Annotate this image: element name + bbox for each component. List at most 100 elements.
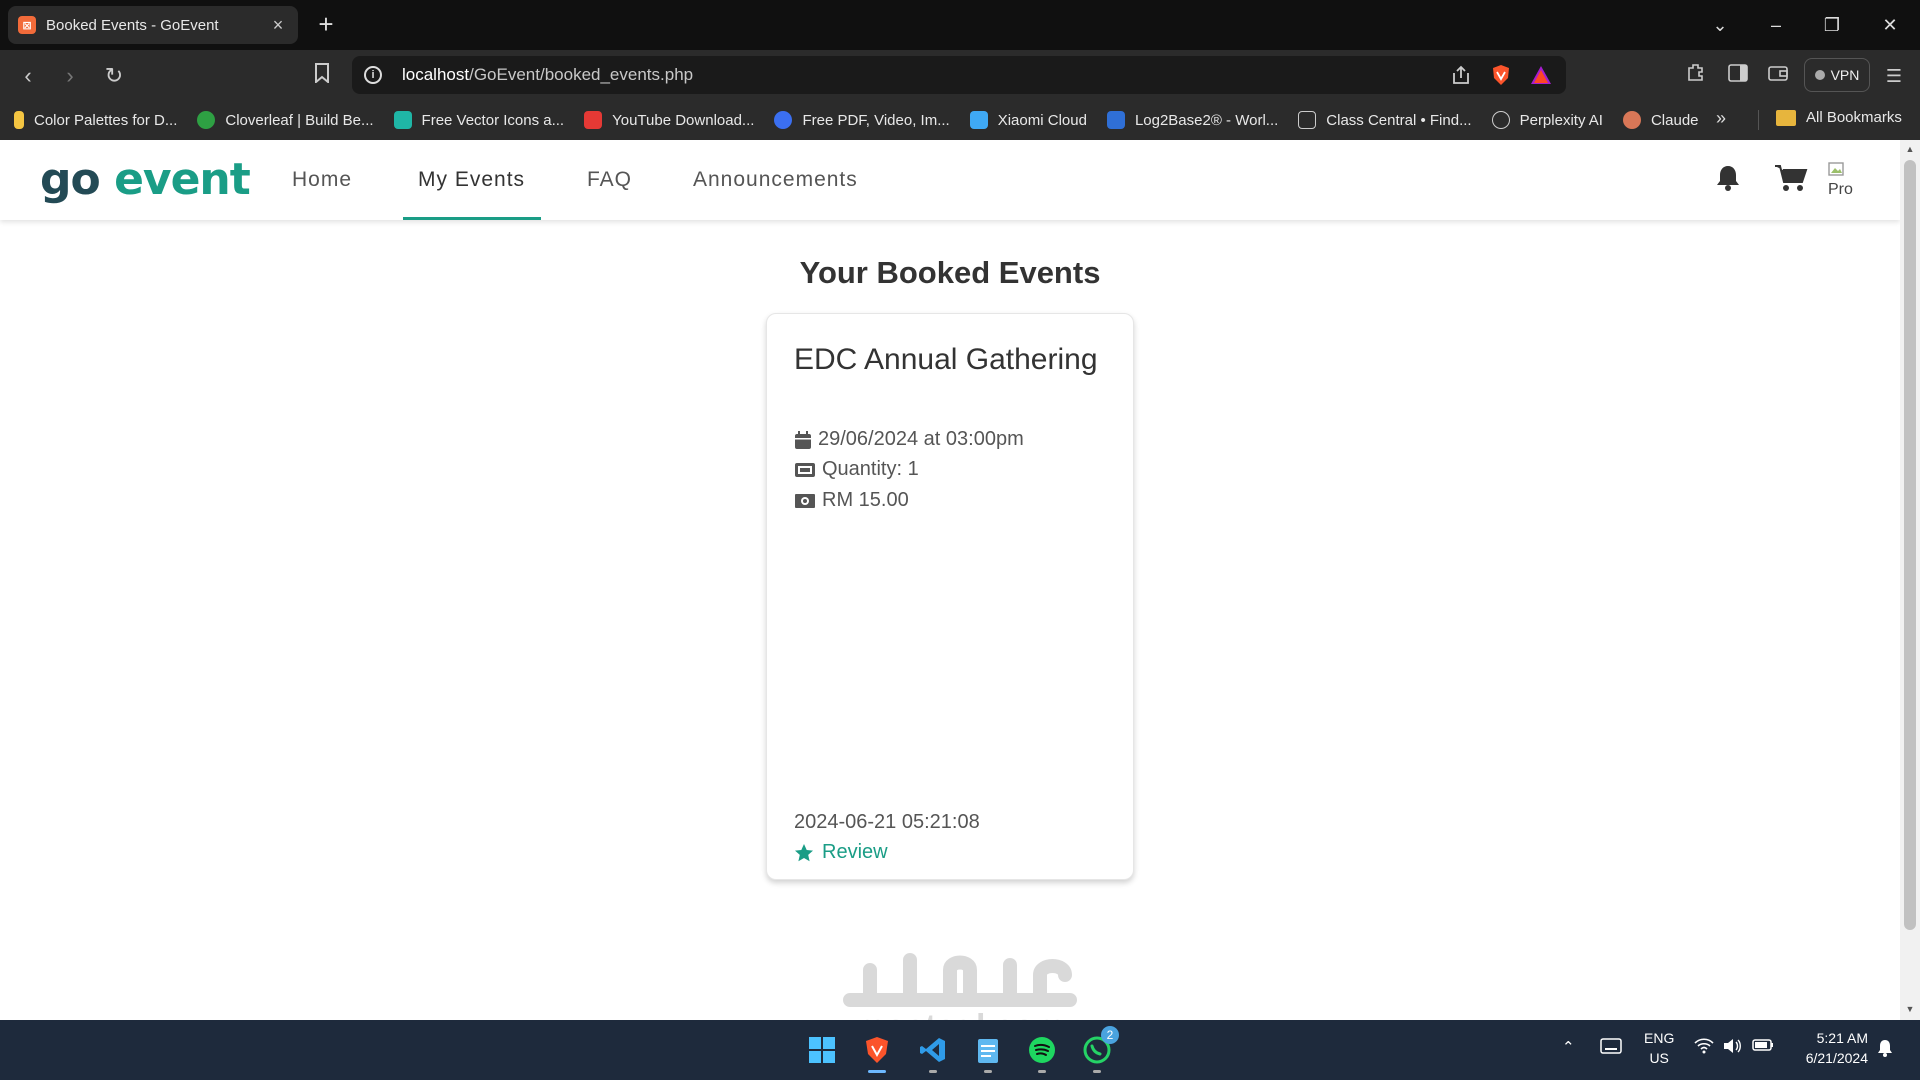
share-icon[interactable] <box>1448 62 1474 88</box>
windows-start-icon[interactable] <box>802 1030 842 1070</box>
language-indicator[interactable]: ENG US <box>1644 1028 1674 1068</box>
address-bar[interactable]: i localhost/GoEvent/booked_events.php <box>352 56 1566 94</box>
bookmark-item[interactable]: Free Vector Icons a... <box>393 111 565 129</box>
scroll-down-icon[interactable]: ▼ <box>1904 1004 1916 1016</box>
whatsapp-taskbar-icon[interactable]: 2 <box>1077 1026 1119 1070</box>
browser-tab-active[interactable]: ⊠ Booked Events - GoEvent × <box>8 6 298 44</box>
bookmark-item[interactable]: Class Central • Find... <box>1298 111 1472 129</box>
vscode-taskbar-icon[interactable] <box>913 1030 953 1070</box>
new-tab-button[interactable]: + <box>312 10 340 38</box>
price-row: RM 15.00 <box>794 489 909 512</box>
bookmark-favicon-icon <box>774 111 793 129</box>
bookmark-item[interactable]: Color Palettes for D... <box>14 111 177 129</box>
notifications-bell-icon[interactable] <box>1876 1038 1894 1062</box>
browser-toolbar: ‹ › ↻ i localhost/GoEvent/booked_events.… <box>0 50 1920 100</box>
all-bookmarks-label: All Bookmarks <box>1806 109 1902 126</box>
review-link[interactable]: Review <box>794 841 888 864</box>
calendar-icon <box>795 430 811 449</box>
bookmark-item[interactable]: Perplexity AI <box>1491 111 1603 129</box>
back-button[interactable]: ‹ <box>12 60 44 92</box>
page-viewport: go event Home My Events FAQ Announcement… <box>0 140 1900 1020</box>
show-hidden-icons-icon[interactable]: ⌃ <box>1562 1038 1575 1056</box>
wifi-icon[interactable] <box>1694 1038 1714 1058</box>
ticket-price: RM 15.00 <box>822 489 909 511</box>
vscode-running-indicator <box>929 1070 937 1073</box>
bookmark-item[interactable]: Xiaomi Cloud <box>969 111 1087 129</box>
site-navbar: go event Home My Events FAQ Announcement… <box>0 140 1900 220</box>
language-line2: US <box>1649 1050 1669 1066</box>
notepad-running-indicator <box>984 1070 992 1073</box>
bookmark-label: Cloverleaf | Build Be... <box>225 111 374 129</box>
folder-icon <box>1776 109 1796 126</box>
bookmark-page-icon[interactable] <box>306 60 338 92</box>
bookmark-label: Claude <box>1650 111 1699 129</box>
clock-date: 6/21/2024 <box>1805 1050 1868 1066</box>
xampp-favicon-icon: ⊠ <box>18 16 36 34</box>
minimize-button[interactable]: – <box>1756 10 1796 40</box>
keyboard-icon[interactable] <box>1600 1038 1622 1058</box>
profile-avatar[interactable]: Pro <box>1828 162 1868 202</box>
bookmark-item[interactable]: Cloverleaf | Build Be... <box>197 111 374 129</box>
bookmark-label: Free Vector Icons a... <box>421 111 565 129</box>
bookmark-favicon-icon <box>584 111 603 129</box>
event-date-row: 29/06/2024 at 03:00pm <box>794 428 1024 451</box>
site-info-icon[interactable]: i <box>364 66 382 84</box>
money-bill-icon <box>795 493 815 508</box>
watermark-text: mostaql.com <box>840 1008 1080 1020</box>
booked-event-card: EDC Annual Gathering 29/06/2024 at 03:00… <box>766 313 1134 880</box>
nav-faq[interactable]: FAQ <box>587 168 632 192</box>
system-clock[interactable]: 5:21 AM 6/21/2024 <box>1786 1028 1868 1068</box>
bookmark-item[interactable]: Free PDF, Video, Im... <box>774 111 950 129</box>
scrollbar-thumb[interactable] <box>1904 160 1916 930</box>
bookmark-label: Xiaomi Cloud <box>997 111 1087 129</box>
brave-shields-icon[interactable] <box>1488 62 1514 88</box>
whatsapp-running-indicator <box>1093 1070 1101 1073</box>
event-date: 29/06/2024 at 03:00pm <box>818 428 1024 450</box>
notification-bell-icon[interactable] <box>1712 162 1744 194</box>
bookmark-favicon-icon <box>1491 111 1510 129</box>
spotify-taskbar-icon[interactable] <box>1022 1030 1062 1070</box>
event-title: EDC Annual Gathering <box>794 343 1098 376</box>
cart-icon[interactable] <box>1774 162 1808 194</box>
brave-taskbar-icon[interactable] <box>857 1030 897 1070</box>
scroll-up-icon[interactable]: ▲ <box>1904 144 1916 156</box>
tab-search-chevron-icon[interactable]: ⌄ <box>1700 10 1740 40</box>
bookmark-label: Color Palettes for D... <box>34 111 178 129</box>
page-scrollbar[interactable]: ▲ ▼ <box>1900 140 1920 1020</box>
battery-icon[interactable] <box>1752 1038 1774 1056</box>
forward-button[interactable]: › <box>54 60 86 92</box>
url-text[interactable]: localhost/GoEvent/booked_events.php <box>402 65 1434 85</box>
bookmark-label: Perplexity AI <box>1519 111 1603 129</box>
vpn-label: VPN <box>1830 67 1860 83</box>
broken-image-icon <box>1828 162 1844 176</box>
bookmark-label: Free PDF, Video, Im... <box>802 111 950 129</box>
vpn-button[interactable]: VPN <box>1804 58 1870 92</box>
extensions-icon[interactable] <box>1682 62 1710 90</box>
booking-timestamp: 2024-06-21 05:21:08 <box>794 811 980 833</box>
wallet-icon[interactable] <box>1764 62 1792 90</box>
nav-announcements[interactable]: Announcements <box>693 168 858 192</box>
mostaql-logo-icon <box>843 953 1077 1007</box>
review-label: Review <box>822 841 888 863</box>
menu-icon[interactable]: ☰ <box>1880 62 1908 90</box>
page-title: Your Booked Events <box>799 255 1101 290</box>
goevent-logo[interactable]: go event <box>40 154 251 205</box>
bookmark-item[interactable]: Claude <box>1622 111 1699 129</box>
nav-my-events[interactable]: My Events <box>418 168 525 192</box>
close-window-button[interactable]: ✕ <box>1870 10 1910 40</box>
quantity-row: Quantity: 1 <box>794 458 919 481</box>
tab-close-icon[interactable]: × <box>268 15 288 35</box>
reload-button[interactable]: ↻ <box>98 60 130 92</box>
nav-home[interactable]: Home <box>292 168 352 192</box>
bookmark-item[interactable]: YouTube Download... <box>584 111 754 129</box>
more-bookmarks-icon[interactable]: » <box>1716 108 1726 129</box>
all-bookmarks-button[interactable]: All Bookmarks <box>1776 109 1902 126</box>
sidebar-icon[interactable] <box>1724 62 1752 90</box>
logo-event: event <box>114 154 251 205</box>
restore-button[interactable]: ❐ <box>1812 10 1852 40</box>
volume-icon[interactable] <box>1722 1038 1742 1058</box>
bookmark-item[interactable]: Log2Base2® - Worl... <box>1106 111 1278 129</box>
bookmark-label: YouTube Download... <box>612 111 755 129</box>
notepad-taskbar-icon[interactable] <box>968 1030 1008 1070</box>
brave-rewards-icon[interactable] <box>1528 62 1554 88</box>
